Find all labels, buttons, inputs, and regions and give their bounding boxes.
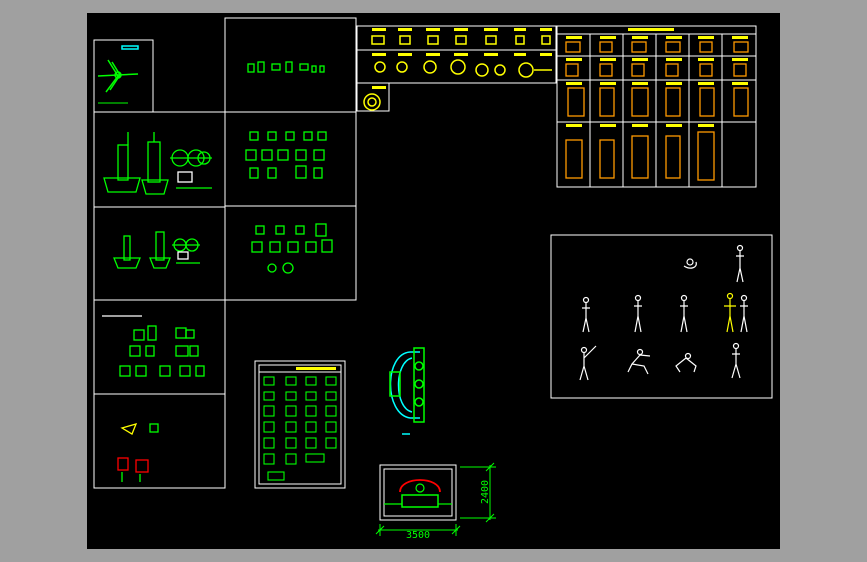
catalog-title-bar	[296, 367, 336, 370]
cad-drawing-canvas[interactable]: 3500 2400	[0, 0, 867, 562]
dimension-width-label: 3500	[406, 530, 430, 541]
fittings-table-header-bar	[628, 28, 674, 31]
dimension-height-label: 2400	[480, 480, 491, 504]
